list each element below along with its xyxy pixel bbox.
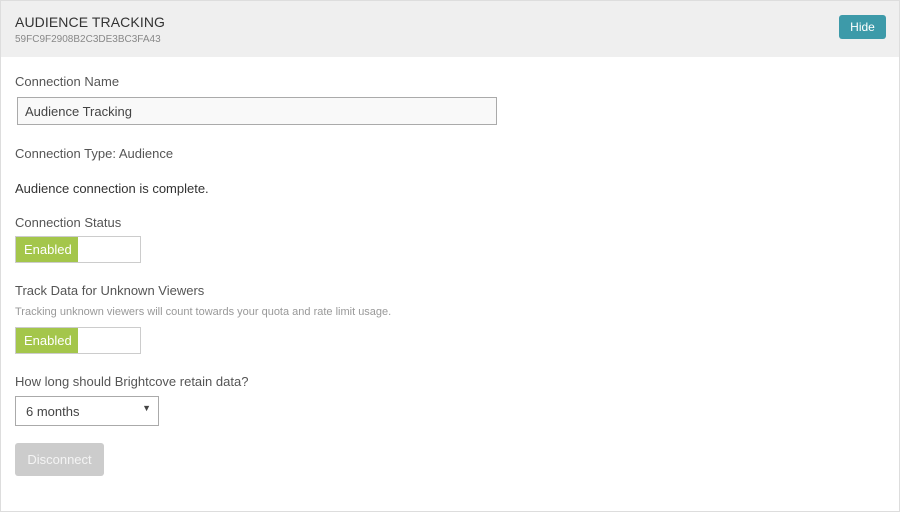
retention-label: How long should Brightcove retain data? (15, 374, 249, 389)
hide-button[interactable]: Hide (839, 15, 886, 39)
connection-name-input[interactable] (17, 97, 497, 125)
panel-header: AUDIENCE TRACKING 59FC9F2908B2C3DE3BC3FA… (1, 1, 899, 57)
retention-selected-value: 6 months (26, 404, 80, 419)
track-unknown-viewers-enabled: Enabled (16, 328, 78, 353)
connection-complete-message: Audience connection is complete. (15, 181, 209, 196)
caret-down-icon: ▼ (142, 403, 151, 413)
disconnect-button[interactable]: Disconnect (15, 443, 104, 476)
connection-status-enabled: Enabled (16, 237, 78, 262)
connection-name-label: Connection Name (15, 74, 120, 89)
track-unknown-viewers-toggle[interactable]: Enabled (15, 327, 141, 354)
panel-title: AUDIENCE TRACKING (15, 14, 166, 30)
connection-type-text: Connection Type: Audience (15, 146, 174, 161)
connection-id: 59FC9F2908B2C3DE3BC3FA43 (15, 34, 161, 45)
track-unknown-viewers-label: Track Data for Unknown Viewers (15, 283, 205, 298)
audience-tracking-panel: AUDIENCE TRACKING 59FC9F2908B2C3DE3BC3FA… (0, 0, 900, 512)
connection-status-label: Connection Status (15, 215, 122, 230)
retention-select[interactable]: 6 months ▼ (15, 396, 159, 426)
connection-status-toggle[interactable]: Enabled (15, 236, 141, 263)
track-unknown-viewers-note: Tracking unknown viewers will count towa… (15, 306, 392, 318)
